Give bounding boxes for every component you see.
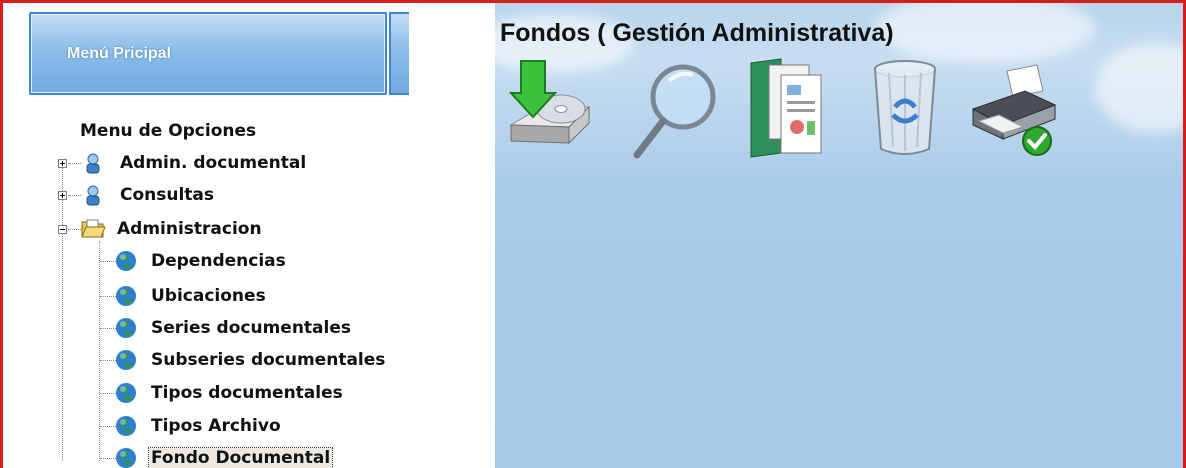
globe-icon: [116, 318, 136, 338]
user-icon: [86, 185, 100, 206]
tree-item-tipos-documentales[interactable]: Tipos documentales: [151, 379, 389, 407]
printer-icon[interactable]: [965, 55, 1061, 161]
globe-icon: [116, 286, 136, 306]
recycle-bin-icon[interactable]: [859, 55, 955, 161]
main-menu-label: Menú Pricipal: [67, 45, 172, 62]
main-panel: Fondos ( Gestión Administrativa): [495, 3, 1183, 468]
globe-icon: [116, 383, 136, 403]
tree-item-label: Dependencias: [151, 251, 286, 271]
tree-item-tipos-archivo[interactable]: Tipos Archivo: [151, 412, 281, 440]
tree-item-label: Consultas: [120, 185, 215, 205]
globe-icon: [116, 416, 136, 436]
tree-item-label: Fondo Documental: [147, 447, 334, 468]
left-panel: Menú Pricipal Menu de Opciones Admin. do…: [3, 3, 495, 468]
main-menu-button[interactable]: Menú Pricipal: [29, 12, 387, 95]
folder-open-icon: [81, 219, 106, 238]
tree-item-label: Administracion: [117, 219, 262, 239]
tree-item-administracion[interactable]: Administracion: [117, 215, 262, 243]
tree-item-label: Series documentales: [151, 318, 351, 338]
tree-connector-line: [100, 458, 116, 460]
tree-item-admin-documental[interactable]: Admin. documental: [120, 149, 306, 177]
globe-icon: [116, 251, 136, 271]
globe-icon: [116, 350, 136, 370]
tree-connector-line: [62, 159, 64, 461]
tree-item-subseries-documentales[interactable]: Subseries documentales: [151, 346, 389, 374]
tree-connector-line: [100, 393, 116, 395]
tree-item-dependencias[interactable]: Dependencias: [151, 247, 286, 275]
tree-title: Menu de Opciones: [80, 121, 257, 141]
tree-item-label: Tipos documentales: [151, 383, 343, 403]
tree-item-label: Ubicaciones: [151, 286, 266, 306]
tree-item-ubicaciones[interactable]: Ubicaciones: [151, 282, 266, 310]
expand-icon[interactable]: [58, 159, 67, 168]
main-menu-button-edge[interactable]: [389, 12, 409, 95]
tree-connector-line: [100, 296, 116, 298]
tree-item-label: Subseries documentales: [151, 350, 386, 370]
sky-cloud: [875, 3, 1095, 63]
tree-item-consultas[interactable]: Consultas: [120, 181, 214, 209]
tree-connector-line: [100, 360, 116, 362]
tree-item-label: Admin. documental: [120, 153, 307, 173]
page-title: Fondos ( Gestión Administrativa): [500, 19, 894, 47]
collapse-icon[interactable]: [58, 225, 67, 234]
globe-icon: [116, 448, 136, 468]
search-magnifier-icon[interactable]: [629, 55, 725, 161]
tree-connector-line: [99, 241, 101, 461]
user-icon: [86, 153, 100, 174]
application-frame: Menú Pricipal Menu de Opciones Admin. do…: [0, 0, 1186, 468]
save-disk-icon[interactable]: [501, 55, 597, 161]
expand-icon[interactable]: [58, 191, 67, 200]
tree-item-label: Tipos Archivo: [151, 416, 281, 436]
tree-item-fondo-documental[interactable]: Fondo Documental: [147, 444, 334, 468]
sky-cloud: [1095, 43, 1183, 133]
tree-connector-line: [100, 426, 116, 428]
tree-connector-line: [100, 328, 116, 330]
tree-connector-line: [100, 261, 116, 263]
documents-icon[interactable]: [741, 55, 837, 161]
tree-item-series-documentales[interactable]: Series documentales: [151, 314, 389, 342]
